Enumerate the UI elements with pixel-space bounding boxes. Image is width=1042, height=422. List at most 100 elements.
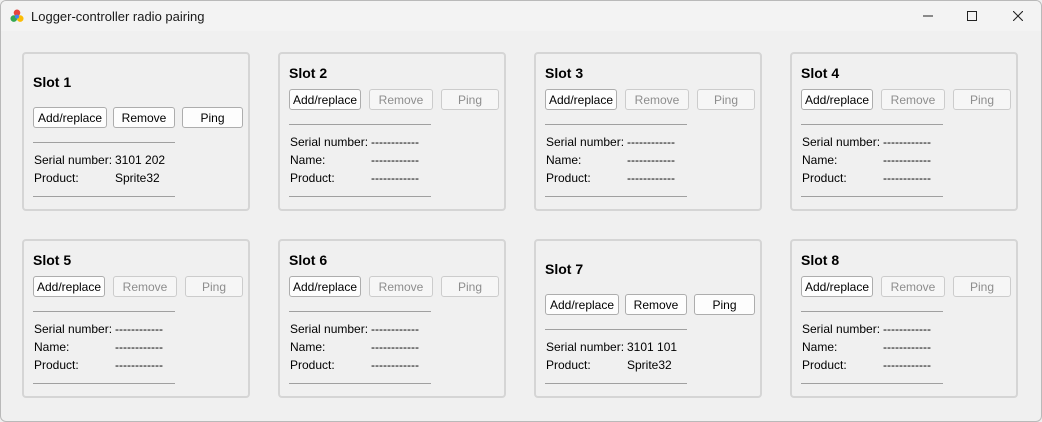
ping-button[interactable]: Ping xyxy=(953,276,1011,297)
remove-button[interactable]: Remove xyxy=(369,89,433,110)
product-label: Product: xyxy=(34,358,79,372)
slot-panel-7: Slot 7 Add/replace Remove Ping Serial number… xyxy=(534,239,762,398)
slot-panel-3: Slot 3 Add/replace Remove Ping Serial number… xyxy=(534,52,762,211)
name-value: ------------ xyxy=(883,153,931,167)
name-label: Name: xyxy=(290,153,326,167)
title-bar: Logger-controller radio pairing xyxy=(1,1,1041,31)
add-replace-button[interactable]: Add/replace xyxy=(289,89,361,110)
name-value: ------------ xyxy=(883,340,931,354)
add-replace-button[interactable]: Add/replace xyxy=(33,107,107,128)
maximize-icon xyxy=(967,11,977,21)
product-label: Product: xyxy=(34,171,79,185)
slot-panel-4: Slot 4 Add/replace Remove Ping Serial number… xyxy=(790,52,1018,211)
slot-title: Slot 1 xyxy=(33,74,72,90)
separator xyxy=(545,124,687,125)
serial-number-value: ------------ xyxy=(371,322,419,336)
separator xyxy=(33,142,175,143)
maximize-button[interactable] xyxy=(949,1,995,31)
app-window: Logger-controller radio pairing Slot 1 Ad… xyxy=(0,0,1042,422)
product-label: Product: xyxy=(546,171,591,185)
name-value: ------------ xyxy=(115,340,163,354)
serial-number-label: Serial number: xyxy=(546,135,625,149)
minimize-button[interactable] xyxy=(905,1,951,31)
remove-button[interactable]: Remove xyxy=(625,294,687,315)
serial-number-value: 3101 101 xyxy=(627,340,678,354)
minimize-icon xyxy=(923,15,933,17)
serial-number-value: ------------ xyxy=(371,135,419,149)
slot-title: Slot 3 xyxy=(545,65,584,81)
separator xyxy=(801,196,943,197)
product-value: Sprite32 xyxy=(627,358,672,372)
product-value: ------------ xyxy=(371,358,419,372)
separator xyxy=(33,196,175,197)
remove-button[interactable]: Remove xyxy=(113,107,175,128)
add-replace-button[interactable]: Add/replace xyxy=(289,276,361,297)
app-logo-icon xyxy=(10,9,24,22)
slot-title: Slot 7 xyxy=(545,261,584,277)
slot-panel-8: Slot 8 Add/replace Remove Ping Serial number… xyxy=(790,239,1018,398)
product-label: Product: xyxy=(802,358,847,372)
ping-button[interactable]: Ping xyxy=(441,276,499,297)
product-value: Sprite32 xyxy=(115,171,160,185)
add-replace-button[interactable]: Add/replace xyxy=(33,276,105,297)
separator xyxy=(801,383,943,384)
name-value: ------------ xyxy=(627,153,675,167)
serial-number-label: Serial number: xyxy=(34,322,113,336)
separator xyxy=(289,124,431,125)
serial-number-label: Serial number: xyxy=(290,135,369,149)
serial-number-value: ------------ xyxy=(883,135,931,149)
add-replace-button[interactable]: Add/replace xyxy=(801,89,873,110)
add-replace-button[interactable]: Add/replace xyxy=(545,89,617,110)
product-value: ------------ xyxy=(371,171,419,185)
serial-number-value: ------------ xyxy=(115,322,163,336)
separator xyxy=(545,329,687,330)
remove-button[interactable]: Remove xyxy=(369,276,433,297)
name-value: ------------ xyxy=(371,340,419,354)
name-label: Name: xyxy=(546,153,582,167)
separator xyxy=(289,311,431,312)
separator xyxy=(801,124,943,125)
separator xyxy=(545,383,687,384)
product-label: Product: xyxy=(290,171,335,185)
ping-button[interactable]: Ping xyxy=(182,107,243,128)
name-label: Name: xyxy=(802,340,838,354)
product-value: ------------ xyxy=(883,171,931,185)
slot-title: Slot 6 xyxy=(289,252,328,268)
separator xyxy=(33,311,175,312)
serial-number-value: 3101 202 xyxy=(115,153,166,167)
ping-button[interactable]: Ping xyxy=(953,89,1011,110)
product-label: Product: xyxy=(290,358,335,372)
remove-button[interactable]: Remove xyxy=(881,276,945,297)
ping-button[interactable]: Ping xyxy=(697,89,755,110)
serial-number-label: Serial number: xyxy=(802,322,881,336)
separator xyxy=(289,383,431,384)
slot-panel-5: Slot 5 Add/replace Remove Ping Serial number… xyxy=(22,239,250,398)
slot-panel-2: Slot 2 Add/replace Remove Ping Serial number… xyxy=(278,52,506,211)
product-value: ------------ xyxy=(115,358,163,372)
serial-number-label: Serial number: xyxy=(34,153,113,167)
serial-number-value: ------------ xyxy=(883,322,931,336)
close-button[interactable] xyxy=(995,1,1041,31)
add-replace-button[interactable]: Add/replace xyxy=(801,276,873,297)
add-replace-button[interactable]: Add/replace xyxy=(545,294,619,315)
serial-number-value: ------------ xyxy=(627,135,675,149)
product-label: Product: xyxy=(802,171,847,185)
slot-title: Slot 8 xyxy=(801,252,840,268)
remove-button[interactable]: Remove xyxy=(625,89,689,110)
separator xyxy=(801,311,943,312)
name-value: ------------ xyxy=(371,153,419,167)
slot-title: Slot 5 xyxy=(33,252,72,268)
name-label: Name: xyxy=(290,340,326,354)
slot-title: Slot 2 xyxy=(289,65,328,81)
ping-button[interactable]: Ping xyxy=(185,276,243,297)
separator xyxy=(289,196,431,197)
remove-button[interactable]: Remove xyxy=(881,89,945,110)
ping-button[interactable]: Ping xyxy=(441,89,499,110)
product-value: ------------ xyxy=(627,171,675,185)
ping-button[interactable]: Ping xyxy=(694,294,755,315)
serial-number-label: Serial number: xyxy=(546,340,625,354)
remove-button[interactable]: Remove xyxy=(113,276,177,297)
slot-panel-1: Slot 1 Add/replace Remove Ping Serial number… xyxy=(22,52,250,211)
slot-panel-6: Slot 6 Add/replace Remove Ping Serial number… xyxy=(278,239,506,398)
separator xyxy=(33,383,175,384)
